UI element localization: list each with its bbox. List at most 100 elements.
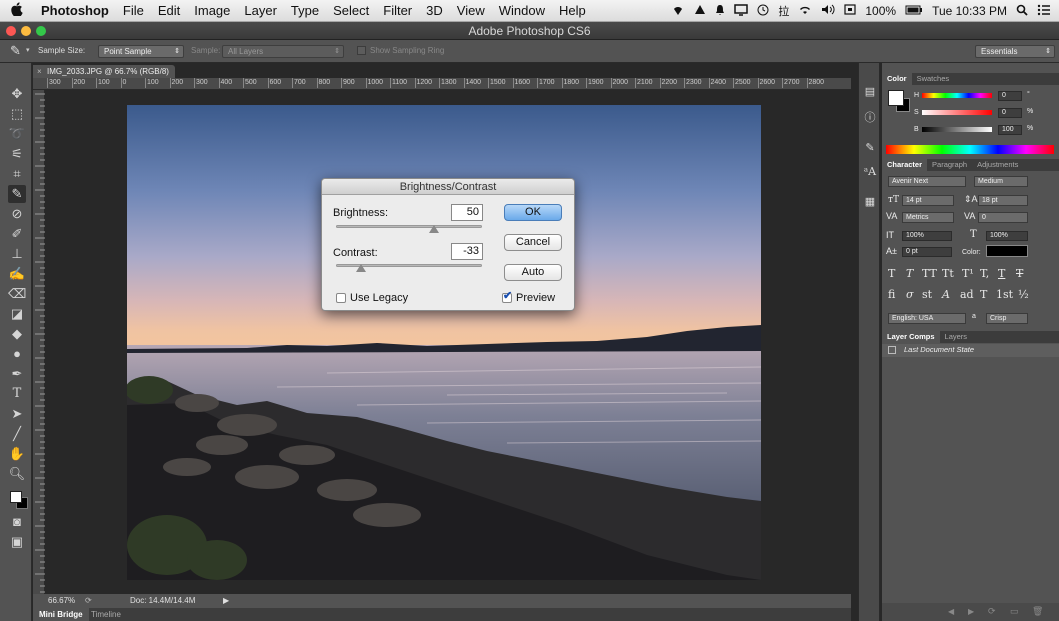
status-menu-arrow-icon[interactable]: ▶ xyxy=(223,594,229,608)
battery-icon[interactable] xyxy=(905,4,923,18)
discretionary-ligatures-button[interactable]: st xyxy=(922,288,932,301)
titling-alternates-button[interactable]: T xyxy=(980,288,987,301)
horizontal-scale-field[interactable]: 100% xyxy=(986,231,1028,241)
b-value[interactable]: 100 xyxy=(998,125,1022,135)
s-value[interactable]: 0 xyxy=(998,108,1022,118)
wifi-icon[interactable] xyxy=(798,4,812,18)
menu-3d[interactable]: 3D xyxy=(419,3,450,18)
tab-adjustments[interactable]: Adjustments xyxy=(972,159,1023,171)
kerning-select[interactable]: Metrics xyxy=(902,212,954,223)
preview-checkbox[interactable]: ✔ xyxy=(502,291,512,303)
menu-help[interactable]: Help xyxy=(552,3,593,18)
eraser-tool-icon[interactable]: ⌫ xyxy=(8,285,26,303)
brightness-slider-thumb[interactable] xyxy=(428,225,439,233)
sample-size-select[interactable]: Point Sample ⇕ xyxy=(98,45,184,58)
hue-slider[interactable] xyxy=(922,93,992,98)
display-icon[interactable] xyxy=(734,3,749,19)
marquee-tool-icon[interactable]: ⬚ xyxy=(8,105,26,123)
drive-icon[interactable] xyxy=(694,4,706,19)
contrast-slider-thumb[interactable] xyxy=(355,264,366,272)
screen-mode-icon[interactable]: ▣ xyxy=(8,533,26,551)
strikethrough-button[interactable]: T xyxy=(1016,267,1023,280)
sample-select[interactable]: All Layers ⇕ xyxy=(222,45,344,58)
menu-select[interactable]: Select xyxy=(326,3,376,18)
document-photo-sunset-seascape[interactable] xyxy=(127,105,761,580)
tab-swatches[interactable]: Swatches xyxy=(912,73,955,85)
airport-icon[interactable] xyxy=(671,4,685,19)
tracking-select[interactable]: 0 xyxy=(978,212,1028,223)
character-styles-icon[interactable]: ᵃA xyxy=(863,165,877,179)
color-foreground-swatch-top[interactable] xyxy=(888,90,904,106)
antialias-select[interactable]: Crisp xyxy=(986,313,1028,324)
dodge-tool-icon[interactable]: ● xyxy=(8,345,26,363)
brightness-input[interactable]: 50 xyxy=(451,204,483,221)
color-ramp[interactable] xyxy=(886,145,1054,154)
h-value[interactable]: 0 xyxy=(998,91,1022,101)
language-select[interactable]: English: USA xyxy=(888,313,966,324)
move-tool-icon[interactable]: ✥ xyxy=(8,85,26,103)
bell-icon[interactable] xyxy=(715,4,725,19)
cancel-button[interactable]: Cancel xyxy=(504,234,562,251)
tab-mini-bridge[interactable]: Mini Bridge xyxy=(33,608,89,621)
fractions-button[interactable]: ½ xyxy=(1018,288,1029,301)
new-comp-icon[interactable]: ▭ xyxy=(1010,606,1019,617)
eyedropper-tool-icon[interactable]: ✎ xyxy=(8,185,26,203)
auto-button[interactable]: Auto xyxy=(504,264,562,281)
info-panel-icon[interactable]: ⓘ xyxy=(863,111,877,125)
ok-button[interactable]: OK xyxy=(504,204,562,221)
tab-paragraph[interactable]: Paragraph xyxy=(927,159,972,171)
clock[interactable]: Tue 10:33 PM xyxy=(932,4,1007,18)
vertical-scale-field[interactable]: 100% xyxy=(902,231,952,241)
layer-comp-apply-icon[interactable] xyxy=(888,346,896,354)
input-method-icon[interactable]: 拉 xyxy=(778,3,789,19)
close-tab-icon[interactable]: × xyxy=(37,65,42,79)
menu-view[interactable]: View xyxy=(450,3,492,18)
blur-tool-icon[interactable]: ◆ xyxy=(8,325,26,343)
font-family-select[interactable]: Avenir Next xyxy=(888,176,966,187)
workspace-select[interactable]: Essentials ⇕ xyxy=(975,45,1055,58)
document-tab[interactable]: × IMG_2033.JPG @ 66.7% (RGB/8) xyxy=(33,65,175,79)
chevron-down-icon[interactable]: ▾ xyxy=(26,46,30,54)
font-size-field[interactable]: 14 pt xyxy=(902,195,954,206)
small-caps-button[interactable]: Tt xyxy=(942,267,954,280)
all-caps-button[interactable]: TT xyxy=(922,267,937,280)
menu-window[interactable]: Window xyxy=(492,3,552,18)
ligatures-button[interactable]: fi xyxy=(888,288,895,301)
baseline-shift-field[interactable]: 0 pt xyxy=(902,247,952,257)
spot-healing-tool-icon[interactable]: ⊘ xyxy=(8,205,26,223)
time-machine-icon[interactable] xyxy=(757,4,769,19)
menu-image[interactable]: Image xyxy=(187,3,237,18)
swash-button[interactable]: A xyxy=(942,288,950,301)
tab-timeline[interactable]: Timeline xyxy=(91,608,121,621)
tab-color[interactable]: Color xyxy=(882,73,912,85)
update-comp-icon[interactable]: ⟳ xyxy=(988,606,996,617)
line-tool-icon[interactable]: ╱ xyxy=(8,425,26,443)
menu-file[interactable]: File xyxy=(116,3,151,18)
quick-mask-icon[interactable]: ◙ xyxy=(8,513,26,531)
faux-bold-button[interactable]: T xyxy=(888,267,895,280)
tab-layers[interactable]: Layers xyxy=(940,331,973,343)
saturation-slider[interactable] xyxy=(922,110,992,115)
gradient-tool-icon[interactable]: ◪ xyxy=(8,305,26,323)
previous-comp-icon[interactable]: ◀ xyxy=(948,607,954,616)
refresh-icon[interactable]: ⟳ xyxy=(85,594,92,608)
old-style-button[interactable]: σ xyxy=(906,288,914,301)
zoom-level[interactable]: 66.67% xyxy=(48,594,75,608)
crop-tool-icon[interactable]: ⌗ xyxy=(8,165,26,183)
foreground-color-swatch-top[interactable] xyxy=(10,491,22,503)
apple-menu-icon[interactable] xyxy=(0,1,34,20)
hand-tool-icon[interactable]: ✋ xyxy=(8,445,26,463)
menu-app-photoshop[interactable]: Photoshop xyxy=(34,3,116,18)
spaces-icon[interactable] xyxy=(844,4,856,18)
eyedropper-tool-preset-icon[interactable]: ✎ xyxy=(10,43,21,59)
show-sampling-ring-checkbox[interactable] xyxy=(357,46,366,55)
type-tool-icon[interactable]: T xyxy=(8,385,26,403)
leading-field[interactable]: 18 pt xyxy=(978,195,1028,206)
notification-center-icon[interactable] xyxy=(1037,4,1051,19)
faux-italic-button[interactable]: T xyxy=(906,267,913,280)
path-selection-tool-icon[interactable]: ➤ xyxy=(8,405,26,423)
text-color-swatch[interactable] xyxy=(986,245,1028,257)
tab-character[interactable]: Character xyxy=(882,159,928,171)
stylistic-alternates-button[interactable]: ad xyxy=(960,288,974,301)
use-legacy-checkbox[interactable] xyxy=(336,293,346,303)
